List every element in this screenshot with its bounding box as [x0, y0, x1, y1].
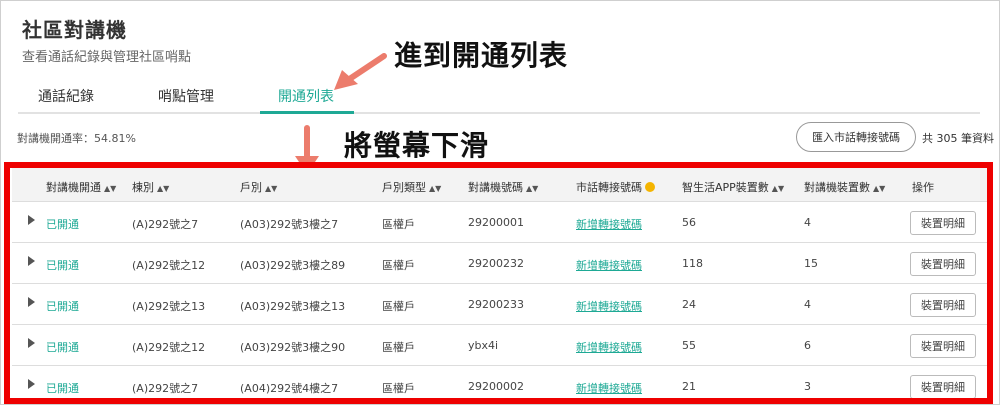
unit-cell: (A04)292號4樓之7: [240, 382, 339, 395]
table-row: 已開通 (A)292號之12 (A03)292號3樓之89 區權戶 292002…: [12, 244, 988, 284]
tab-call-records[interactable]: 通話紀錄: [38, 86, 94, 106]
intercom-devices-cell: 4: [804, 298, 811, 311]
building-cell: (A)292號之12: [132, 259, 206, 272]
unit-cell: (A03)292號3樓之13: [240, 300, 346, 313]
intercom-number-cell: 29200002: [468, 380, 524, 393]
active-tab-indicator: [260, 111, 354, 114]
intercom-number-cell: 29200232: [468, 257, 524, 270]
header-intercom-devices[interactable]: 對講機裝置數 ▲▼: [804, 179, 885, 195]
import-landline-button[interactable]: 匯入市話轉接號碼: [796, 122, 916, 152]
expand-caret-icon[interactable]: [28, 215, 35, 225]
sort-icon[interactable]: ▲▼: [429, 184, 441, 193]
app-devices-cell: 118: [682, 257, 703, 270]
device-detail-button[interactable]: 裝置明細: [910, 293, 976, 317]
page-title: 社區對講機: [22, 18, 127, 42]
intercom-number-cell: 29200233: [468, 298, 524, 311]
building-cell: (A)292號之12: [132, 341, 206, 354]
activation-rate: 對講機開通率：54.81%: [17, 132, 136, 145]
add-landline-link[interactable]: 新增轉接號碼: [576, 257, 642, 273]
header-unit[interactable]: 戶別 ▲▼: [240, 179, 277, 195]
annotation-arrow-icon: [334, 53, 387, 90]
status-cell: 已開通: [46, 259, 79, 272]
add-landline-link[interactable]: 新增轉接號碼: [576, 298, 642, 314]
sort-icon[interactable]: ▲▼: [104, 184, 116, 193]
building-cell: (A)292號之7: [132, 382, 199, 395]
annotation-scroll-down: 將螢幕下滑: [344, 129, 490, 162]
unit-type-cell: 區權戶: [382, 259, 415, 272]
header-intercom-number[interactable]: 對講機號碼 ▲▼: [468, 179, 538, 195]
expand-caret-icon[interactable]: [28, 297, 35, 307]
activation-table: 對講機開通 ▲▼ 棟別 ▲▼ 戶別 ▲▼ 戶別類型 ▲▼ 對講機號碼 ▲▼ 市話轉接號碼 …: [12, 168, 988, 402]
unit-cell: (A03)292號3樓之89: [240, 259, 346, 272]
status-cell: 已開通: [46, 300, 79, 313]
add-landline-link[interactable]: 新增轉接號碼: [576, 380, 642, 396]
table-row: 已開通 (A)292號之12 (A03)292號3樓之90 區權戶 ybx4i …: [12, 326, 988, 366]
app-devices-cell: 24: [682, 298, 696, 311]
expand-caret-icon[interactable]: [28, 338, 35, 348]
total-count: 共 305 筆資料: [922, 132, 994, 145]
sort-icon[interactable]: ▲▼: [873, 184, 885, 193]
intercom-devices-cell: 3: [804, 380, 811, 393]
expand-caret-icon[interactable]: [28, 379, 35, 389]
device-detail-button[interactable]: 裝置明細: [910, 375, 976, 399]
tab-post-management[interactable]: 哨點管理: [158, 86, 214, 106]
tab-bar: 通話紀錄 哨點管理 開通列表: [18, 78, 980, 114]
building-cell: (A)292號之7: [132, 218, 199, 231]
unit-type-cell: 區權戶: [382, 382, 415, 395]
status-cell: 已開通: [46, 218, 79, 231]
add-landline-link[interactable]: 新增轉接號碼: [576, 216, 642, 232]
status-cell: 已開通: [46, 341, 79, 354]
device-detail-button[interactable]: 裝置明細: [910, 211, 976, 235]
app-devices-cell: 55: [682, 339, 696, 352]
intercom-devices-cell: 6: [804, 339, 811, 352]
tab-activation-list[interactable]: 開通列表: [278, 86, 334, 106]
unit-cell: (A03)292號3樓之7: [240, 218, 339, 231]
building-cell: (A)292號之13: [132, 300, 206, 313]
app-devices-cell: 21: [682, 380, 696, 393]
status-cell: 已開通: [46, 382, 79, 395]
header-building[interactable]: 棟別 ▲▼: [132, 179, 169, 195]
add-landline-link[interactable]: 新增轉接號碼: [576, 339, 642, 355]
intercom-number-cell: 29200001: [468, 216, 524, 229]
unit-cell: (A03)292號3樓之90: [240, 341, 346, 354]
sort-icon[interactable]: ▲▼: [265, 184, 277, 193]
device-detail-button[interactable]: 裝置明細: [910, 334, 976, 358]
sort-icon[interactable]: ▲▼: [772, 184, 784, 193]
app-devices-cell: 56: [682, 216, 696, 229]
intercom-devices-cell: 15: [804, 257, 818, 270]
unit-type-cell: 區權戶: [382, 341, 415, 354]
page-subtitle: 查看通話紀錄與管理社區哨點: [22, 50, 192, 65]
header-landline-number: 市話轉接號碼: [576, 179, 655, 195]
unit-type-cell: 區權戶: [382, 218, 415, 231]
table-header: 對講機開通 ▲▼ 棟別 ▲▼ 戶別 ▲▼ 戶別類型 ▲▼ 對講機號碼 ▲▼ 市話轉接號碼 …: [12, 168, 988, 202]
table-row: 已開通 (A)292號之13 (A03)292號3樓之13 區權戶 292002…: [12, 285, 988, 325]
header-actions: 操作: [912, 181, 934, 194]
header-activation[interactable]: 對講機開通 ▲▼: [46, 179, 116, 195]
sort-icon[interactable]: ▲▼: [157, 184, 169, 193]
header-app-devices[interactable]: 智生活APP裝置數 ▲▼: [682, 179, 784, 195]
annotation-go-to-activation-list: 進到開通列表: [394, 39, 569, 72]
table-row: 已開通 (A)292號之7 (A03)292號3樓之7 區權戶 29200001…: [12, 203, 988, 243]
unit-type-cell: 區權戶: [382, 300, 415, 313]
intercom-devices-cell: 4: [804, 216, 811, 229]
sort-icon[interactable]: ▲▼: [526, 184, 538, 193]
expand-caret-icon[interactable]: [28, 256, 35, 266]
table-row: 已開通 (A)292號之7 (A04)292號4樓之7 區權戶 29200002…: [12, 367, 988, 402]
intercom-number-cell: ybx4i: [468, 339, 499, 352]
header-unit-type[interactable]: 戶別類型 ▲▼: [382, 179, 441, 195]
info-icon[interactable]: [645, 182, 655, 192]
device-detail-button[interactable]: 裝置明細: [910, 252, 976, 276]
